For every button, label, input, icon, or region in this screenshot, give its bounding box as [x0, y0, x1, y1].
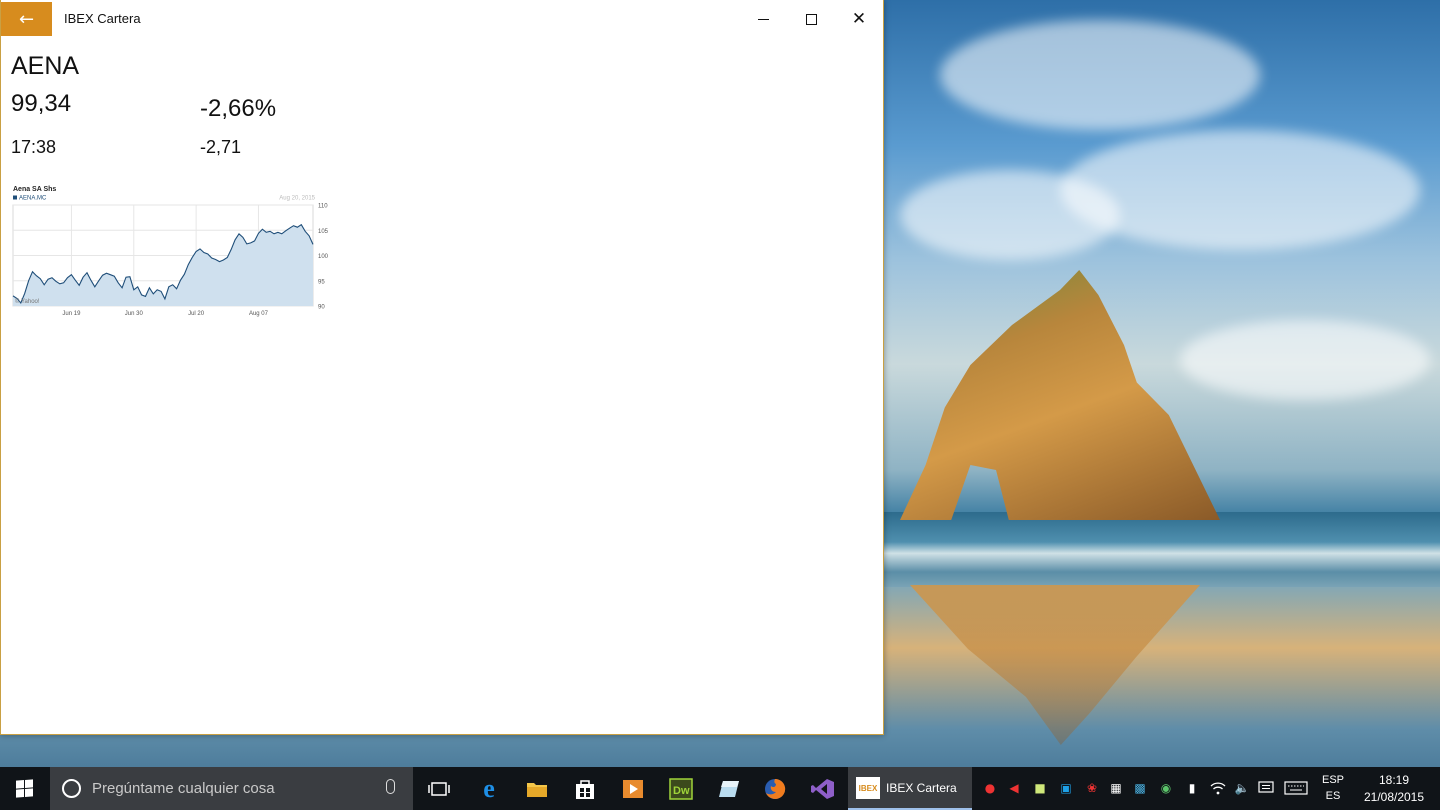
chart-title: Aena SA Shs: [13, 186, 56, 193]
visual-studio-icon[interactable]: [808, 774, 838, 804]
windows-logo-icon: [15, 779, 33, 798]
rock-arch: [900, 270, 1220, 520]
language-code: ESP: [1321, 774, 1344, 786]
edge-browser-icon[interactable]: e: [474, 774, 504, 804]
change-percent: -2,66%: [200, 95, 277, 122]
tray-note-icon[interactable]: ■: [1032, 780, 1048, 796]
start-button[interactable]: [0, 767, 48, 810]
back-arrow-icon: ←: [18, 8, 35, 30]
minimize-icon: [757, 18, 769, 20]
tray-red-icon[interactable]: ◀: [1006, 780, 1022, 796]
clock[interactable]: 18:19 21/08/2015: [1356, 772, 1432, 806]
tray-sync-icon[interactable]: ▣: [1058, 780, 1074, 796]
ibex-app-icon: IBEX: [856, 777, 880, 799]
firefox-icon[interactable]: [760, 774, 790, 804]
cortana-icon: [62, 779, 81, 798]
rock-reflection: [910, 585, 1200, 745]
title-bar[interactable]: ← IBEX Cartera ✕: [1, 0, 883, 38]
tray-globe-icon[interactable]: ◉: [1158, 780, 1174, 796]
cloud: [940, 20, 1260, 130]
store-icon[interactable]: [570, 774, 600, 804]
taskbar-ibex-cartera[interactable]: IBEX IBEX Cartera: [848, 767, 972, 810]
tray-network-share-icon[interactable]: ▩: [1132, 780, 1148, 796]
clock-time: 18:19: [1378, 773, 1410, 787]
x-tick-label: Jun 19: [62, 311, 81, 317]
change-value: -2,71: [200, 137, 242, 157]
x-tick-label: Aug 07: [249, 311, 269, 317]
maximize-icon: [805, 13, 817, 25]
maximize-button[interactable]: [787, 0, 835, 38]
cloud: [1180, 320, 1430, 400]
cloud: [900, 170, 1120, 260]
sea: [884, 512, 1440, 587]
y-tick-label: 100: [318, 254, 329, 260]
chart-date: Aug 20, 2015: [279, 196, 315, 202]
quote-time: 17:38: [11, 137, 57, 157]
task-view-icon[interactable]: [424, 774, 454, 804]
tray-display-icon[interactable]: ▦: [1108, 780, 1124, 796]
x-tick-label: Jul 20: [188, 311, 205, 317]
app-icon[interactable]: [714, 774, 744, 804]
back-button[interactable]: ←: [1, 2, 52, 36]
tray-power-icon[interactable]: ▮: [1184, 780, 1200, 796]
x-tick-label: Jun 30: [125, 311, 144, 317]
media-player-icon[interactable]: [618, 774, 648, 804]
cortana-search-box[interactable]: Pregúntame cualquier cosa: [50, 767, 413, 810]
stock-symbol: AENA: [11, 52, 80, 80]
chart-svg: 110 105 100 95 90 Jun 19 Jun 30 Jul 20 Aug 07 Aen…: [12, 186, 329, 317]
window-title: IBEX Cartera: [64, 11, 141, 26]
minimize-button[interactable]: [739, 0, 787, 38]
y-tick-label: 95: [318, 279, 325, 285]
y-tick-label: 105: [318, 229, 329, 235]
tray-bug-icon[interactable]: ❀: [1084, 780, 1100, 796]
taskbar: Pregúntame cualquier cosa e Dw IBEX IBEX…: [0, 767, 1440, 810]
app-window: ← IBEX Cartera ✕ AENA 99,34 -2,66% 17:38…: [0, 0, 884, 735]
stock-price: 99,34: [11, 90, 72, 117]
dreamweaver-icon[interactable]: Dw: [666, 774, 696, 804]
y-tick-label: 110: [318, 204, 328, 210]
volume-icon[interactable]: 🔈: [1234, 780, 1250, 796]
y-tick-label: 90: [318, 305, 325, 311]
keyboard-layout: ES: [1325, 790, 1341, 802]
cloud: [1060, 130, 1420, 250]
search-placeholder: Pregúntame cualquier cosa: [92, 780, 275, 797]
tray-antivirus-icon[interactable]: ●: [982, 780, 998, 796]
legend-swatch: [13, 195, 17, 200]
close-icon: ✕: [851, 8, 867, 29]
stock-chart: 110 105 100 95 90 Jun 19 Jun 30 Jul 20 Aug 07 Aen…: [11, 183, 331, 323]
close-button[interactable]: ✕: [835, 0, 883, 38]
file-explorer-icon[interactable]: [522, 774, 552, 804]
microphone-icon[interactable]: [386, 779, 395, 794]
keyboard-icon[interactable]: [1284, 780, 1308, 796]
wifi-icon[interactable]: [1210, 780, 1226, 796]
svg-text:Dw: Dw: [673, 785, 690, 797]
chart-watermark: © Yahoo!: [15, 298, 40, 305]
clock-date: 21/08/2015: [1363, 790, 1425, 804]
action-center-icon[interactable]: [1258, 780, 1274, 796]
legend-label: AENA.MC: [19, 196, 47, 202]
active-task-label: IBEX Cartera: [886, 781, 957, 795]
input-language[interactable]: ESP ES: [1316, 772, 1350, 804]
